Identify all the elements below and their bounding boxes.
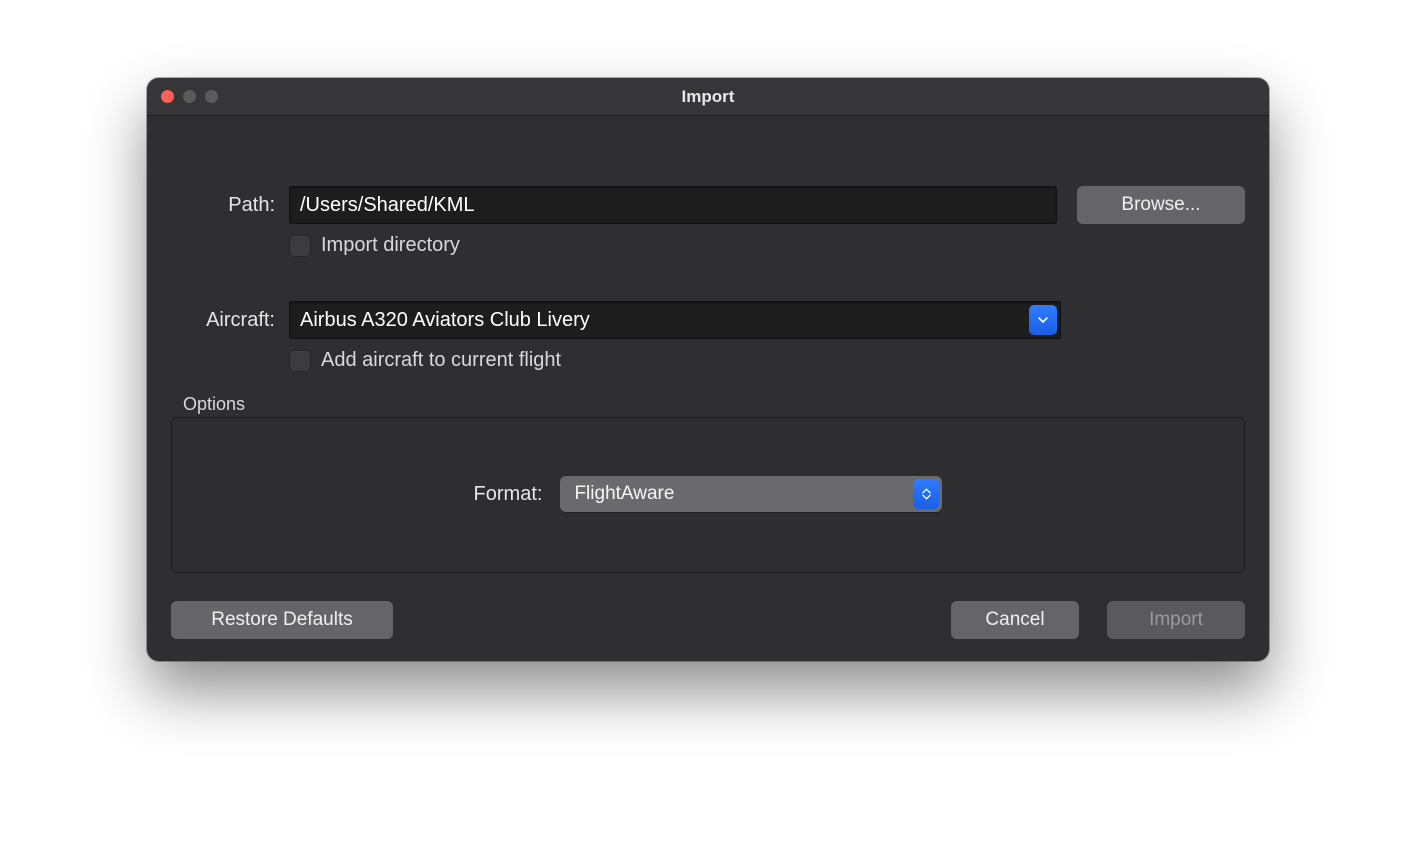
- restore-defaults-button[interactable]: Restore Defaults: [171, 601, 393, 639]
- import-directory-row: Import directory: [289, 234, 1245, 257]
- titlebar: Import: [147, 78, 1269, 116]
- format-stepper-button[interactable]: [913, 479, 939, 509]
- aircraft-row: Aircraft: Airbus A320 Aviators Club Live…: [171, 301, 1245, 339]
- chevron-down-icon: [922, 494, 931, 500]
- aircraft-combobox[interactable]: Airbus A320 Aviators Club Livery: [289, 301, 1061, 339]
- import-directory-checkbox[interactable]: [289, 235, 311, 257]
- add-aircraft-row: Add aircraft to current flight: [289, 349, 1245, 372]
- format-popup[interactable]: FlightAware: [560, 476, 942, 512]
- browse-button[interactable]: Browse...: [1077, 186, 1245, 224]
- aircraft-label: Aircraft:: [171, 309, 289, 332]
- path-label: Path:: [171, 194, 289, 217]
- format-label: Format:: [474, 483, 543, 506]
- import-button[interactable]: Import: [1107, 601, 1245, 639]
- add-aircraft-checkbox[interactable]: [289, 350, 311, 372]
- import-directory-label: Import directory: [321, 234, 460, 257]
- dialog-footer: Restore Defaults Cancel Import: [171, 601, 1245, 639]
- aircraft-dropdown-button[interactable]: [1029, 305, 1057, 335]
- aircraft-value: Airbus A320 Aviators Club Livery: [300, 309, 590, 332]
- path-row: Path: Browse...: [171, 186, 1245, 224]
- cancel-button[interactable]: Cancel: [951, 601, 1079, 639]
- import-dialog: Import Path: Browse... Import directory …: [147, 78, 1269, 661]
- dialog-content: Path: Browse... Import directory Aircraf…: [147, 116, 1269, 661]
- chevron-down-icon: [1037, 314, 1049, 326]
- options-group-label: Options: [183, 394, 1245, 415]
- options-group: Format: FlightAware: [171, 417, 1245, 573]
- add-aircraft-label: Add aircraft to current flight: [321, 349, 561, 372]
- path-input[interactable]: [289, 186, 1057, 224]
- window-title: Import: [147, 87, 1269, 107]
- format-value: FlightAware: [574, 483, 674, 505]
